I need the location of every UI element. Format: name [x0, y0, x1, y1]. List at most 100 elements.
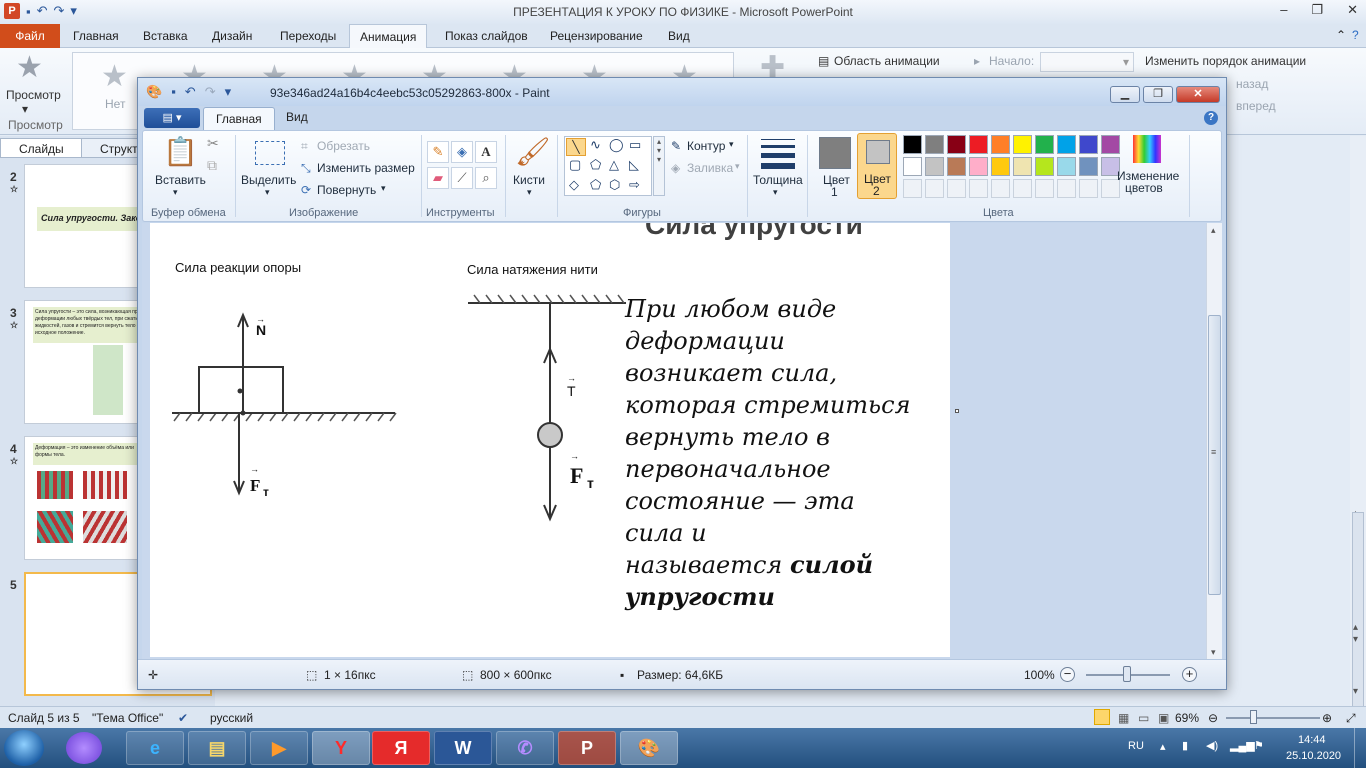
thickness-button[interactable]: Толщина [753, 173, 803, 187]
restore-button[interactable]: ❐ [1143, 86, 1173, 103]
text-tool-icon[interactable]: A [475, 141, 497, 163]
spellcheck-icon[interactable]: ✔ [178, 711, 188, 725]
custom-color-slot[interactable] [903, 179, 922, 198]
rotate-icon[interactable]: ⟳ [301, 183, 311, 197]
scroll-down-icon[interactable]: ▾ [1353, 686, 1358, 697]
fill-button[interactable]: Заливка [687, 161, 733, 175]
minimize-icon[interactable]: – [1280, 2, 1287, 18]
resize-button[interactable]: Изменить размер [317, 161, 415, 175]
palette-color-swatch[interactable] [1035, 135, 1054, 154]
rotate-button[interactable]: Повернуть [317, 183, 376, 197]
scroll-down-icon[interactable]: ▾ [1353, 634, 1358, 645]
brush-icon[interactable]: 🖌 [515, 135, 551, 168]
resize-icon[interactable]: ⤡ [301, 161, 311, 176]
palette-color-swatch[interactable] [925, 157, 944, 176]
paint-menu-button[interactable]: ▤ ▾ [144, 108, 200, 128]
tab-design[interactable]: Дизайн [212, 29, 252, 43]
undo-icon[interactable]: ↶ [185, 84, 196, 100]
copy-icon[interactable]: ⧉ [207, 157, 217, 174]
chevron-down-icon[interactable]: ▾ [735, 161, 740, 172]
start-select[interactable]: ▾ [1040, 52, 1134, 72]
palette-color-swatch[interactable] [1079, 157, 1098, 176]
tab-slideshow[interactable]: Показ слайдов [445, 29, 528, 43]
tray-expand-icon[interactable]: ▴ [1160, 740, 1166, 753]
custom-color-slot[interactable] [947, 179, 966, 198]
custom-color-slot[interactable] [1035, 179, 1054, 198]
cut-icon[interactable]: ✂ [207, 135, 219, 152]
outline-icon[interactable]: ✎ [671, 139, 681, 153]
shapes-scroll[interactable]: ▴ ▾ ▾ [653, 136, 665, 196]
preview-button[interactable]: Просмотр [6, 88, 61, 102]
close-button[interactable]: ✕ [1176, 86, 1220, 103]
palette-color-swatch[interactable] [1057, 157, 1076, 176]
scroll-up-icon[interactable]: ▴ [1211, 225, 1216, 236]
palette-color-swatch[interactable] [1079, 135, 1098, 154]
paint-taskbar-icon[interactable]: 🎨 [620, 731, 678, 765]
language-indicator[interactable]: RU [1128, 740, 1144, 752]
custom-color-slot[interactable] [969, 179, 988, 198]
slide-sorter-icon[interactable]: ▦ [1118, 711, 1129, 725]
word-icon[interactable]: W [434, 731, 492, 765]
network-icon[interactable]: ▮ [1182, 739, 1188, 752]
palette-color-swatch[interactable] [947, 157, 966, 176]
media-player-icon[interactable]: ▶ [250, 731, 308, 765]
crop-icon[interactable]: ⌗ [301, 139, 308, 154]
start-button[interactable] [4, 730, 44, 766]
palette-color-swatch[interactable] [947, 135, 966, 154]
select-button[interactable]: Выделить [241, 173, 296, 187]
language-indicator[interactable]: русский [210, 711, 253, 725]
tab-transitions[interactable]: Переходы [280, 29, 336, 43]
palette-color-swatch[interactable] [903, 135, 922, 154]
help-icon[interactable]: ? [1352, 28, 1359, 42]
outline-button[interactable]: Контур [687, 139, 725, 153]
clock-time[interactable]: 14:44 [1298, 734, 1326, 746]
eraser-icon[interactable]: ▰ [427, 167, 449, 189]
rectangle-shape-icon[interactable]: ▭ [629, 137, 641, 153]
magnifier-icon[interactable]: ⌕ [475, 167, 497, 189]
custom-color-slot[interactable] [991, 179, 1010, 198]
tab-slides[interactable]: Слайды [0, 138, 83, 158]
yandex-icon[interactable]: Я [372, 731, 430, 765]
slide-vertical-scrollbar[interactable]: ▴ ▴ ▾ ▾ [1350, 136, 1366, 732]
paint-canvas[interactable]: Сила упругости Сила реакции опоры Сила н… [150, 223, 950, 657]
tab-home[interactable]: Главная [73, 29, 119, 43]
palette-color-swatch[interactable] [1035, 157, 1054, 176]
palette-color-swatch[interactable] [1013, 157, 1032, 176]
palette-color-swatch[interactable] [969, 135, 988, 154]
custom-color-slot[interactable] [1013, 179, 1032, 198]
edit-colors-icon[interactable] [1133, 135, 1161, 163]
paste-button[interactable]: Вставить [155, 173, 206, 187]
signal-icon[interactable]: ▂▄▆ [1230, 739, 1255, 752]
zoom-slider[interactable] [1226, 717, 1320, 719]
palette-color-swatch[interactable] [925, 135, 944, 154]
internet-explorer-icon[interactable]: e [126, 731, 184, 765]
zoom-slider-thumb[interactable] [1250, 710, 1257, 724]
save-icon[interactable]: ▪ [171, 84, 176, 100]
select-icon[interactable] [255, 141, 285, 165]
rounded-rect-shape-icon[interactable]: ▢ [569, 157, 581, 173]
animation-pane-icon[interactable]: ▤ [818, 54, 829, 68]
tab-file[interactable]: Файл [0, 24, 60, 48]
help-icon[interactable]: ? [1204, 111, 1218, 125]
polygon-shape-icon[interactable]: ⬠ [590, 157, 601, 173]
move-earlier-button[interactable]: назад [1236, 77, 1268, 91]
pentagon-shape-icon[interactable]: ⬠ [590, 177, 601, 193]
zoom-in-button[interactable]: + [1182, 667, 1197, 682]
flag-icon[interactable]: ⚑ [1254, 739, 1264, 752]
shapes-gallery[interactable]: ╲ ∿ ◯ ▭ ▢ ⬠ △ ◺ ◇ ⬠ ⬡ ⇨ [564, 136, 652, 196]
fit-to-window-icon[interactable]: ⤢ [1346, 711, 1356, 726]
viber-icon[interactable]: ✆ [496, 731, 554, 765]
oval-shape-icon[interactable]: ◯ [609, 137, 624, 153]
animation-none-icon[interactable]: ★ [101, 59, 128, 94]
minimize-button[interactable]: ▁ [1110, 86, 1140, 103]
maximize-icon[interactable]: ❐ [1311, 2, 1323, 18]
powerpoint-taskbar-icon[interactable]: P [558, 731, 616, 765]
fill-bucket-icon[interactable]: ◈ [451, 141, 473, 163]
curve-shape-icon[interactable]: ∿ [590, 137, 601, 153]
minimize-ribbon-icon[interactable]: ⌃ [1336, 28, 1346, 42]
alice-icon[interactable] [66, 732, 102, 764]
color2-button[interactable]: Цвет 2 [857, 133, 897, 199]
close-icon[interactable]: ✕ [1347, 2, 1358, 18]
fill-icon[interactable]: ◈ [671, 161, 680, 175]
resize-handle[interactable] [955, 409, 959, 413]
